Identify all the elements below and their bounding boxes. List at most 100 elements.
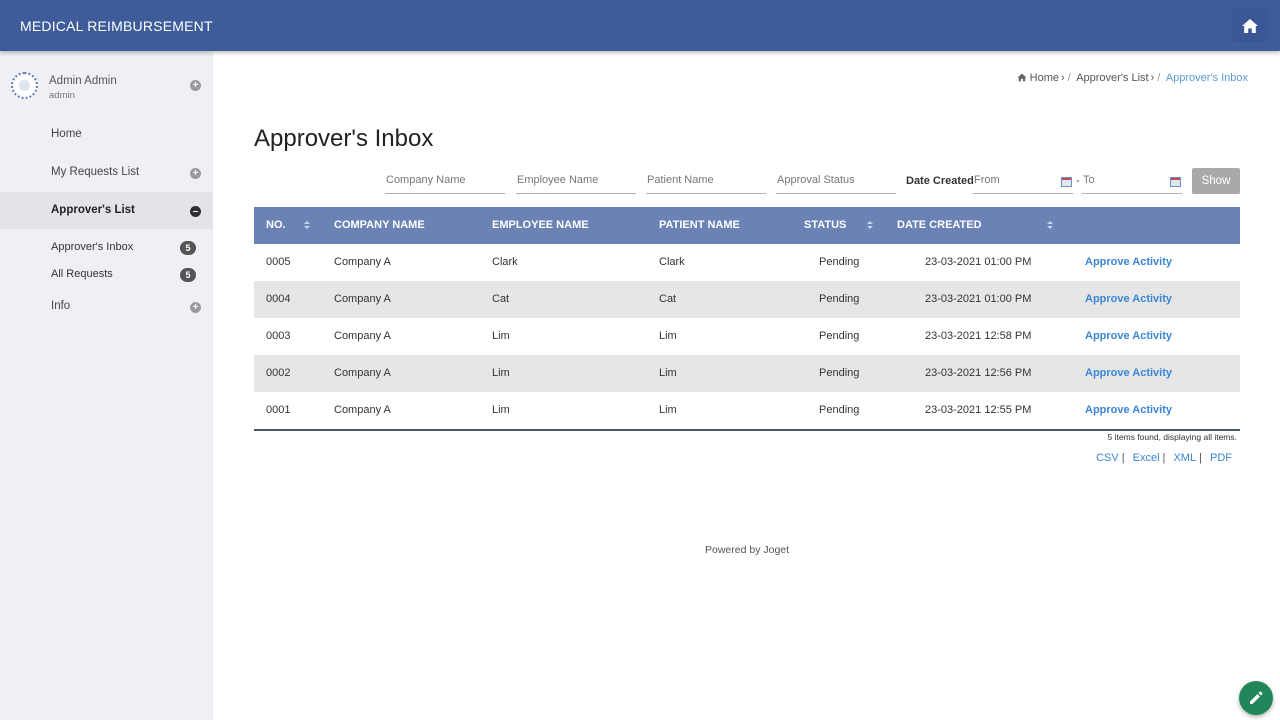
date-to-filter [1082, 170, 1182, 194]
table-row: 0005 Company A Clark Clark Pending 23-03… [254, 244, 1240, 281]
edit-fab-button[interactable] [1239, 681, 1273, 715]
count-badge: 5 [180, 268, 196, 282]
date-to-input[interactable] [1082, 170, 1182, 186]
expand-icon[interactable]: + [190, 168, 201, 179]
cell-date: 23-03-2021 12:58 PM [925, 330, 1032, 342]
cell-patient: Lim [659, 404, 677, 416]
powered-by-footer: Powered by Joget [705, 544, 790, 556]
sidebar-item-label: Home [51, 128, 82, 140]
cell-company: Company A [334, 330, 391, 342]
sort-icon[interactable] [867, 221, 873, 230]
cell-company: Company A [334, 404, 391, 416]
export-separator: | [1121, 452, 1125, 464]
cell-date: 23-03-2021 01:00 PM [925, 256, 1032, 268]
table-row: 0001 Company A Lim Lim Pending 23-03-202… [254, 392, 1240, 429]
company-filter [385, 170, 505, 194]
cell-status: Pending [819, 293, 860, 305]
employee-name-input[interactable] [516, 170, 636, 186]
sort-icon[interactable] [1047, 221, 1053, 230]
approve-activity-link[interactable]: Approve Activity [1085, 330, 1172, 342]
sidebar: Admin Admin admin + Home My Requests Lis… [0, 51, 213, 720]
cell-status: Pending [819, 404, 860, 416]
sidebar-item-label: My Requests List [51, 166, 140, 178]
chevron-right-icon: › [1150, 72, 1155, 84]
company-name-input[interactable] [385, 170, 505, 186]
cell-status: Pending [819, 256, 860, 268]
cell-date: 23-03-2021 01:00 PM [925, 293, 1032, 305]
column-header-no[interactable]: NO. [266, 219, 286, 231]
column-header-status[interactable]: STATUS [804, 219, 846, 231]
breadcrumb-current: Approver's Inbox [1165, 72, 1248, 84]
cell-employee: Clark [492, 256, 518, 268]
calendar-icon[interactable] [1061, 177, 1072, 187]
approve-activity-link[interactable]: Approve Activity [1085, 256, 1172, 268]
cell-no: 0004 [266, 293, 291, 305]
cell-status: Pending [819, 330, 860, 342]
export-excel-link[interactable]: Excel [1133, 452, 1160, 464]
export-xml-link[interactable]: XML [1173, 452, 1196, 464]
cell-company: Company A [334, 367, 391, 379]
export-links: CSV | Excel | XML | PDF [1096, 452, 1232, 464]
table-row: 0004 Company A Cat Cat Pending 23-03-202… [254, 281, 1240, 318]
sidebar-subitem-label: Approver's Inbox [51, 241, 134, 253]
avatar [11, 72, 38, 99]
patient-name-input[interactable] [646, 170, 766, 186]
export-separator: | [1162, 452, 1166, 464]
sidebar-item-info[interactable]: Info + [0, 288, 213, 325]
breadcrumb-separator: / [1067, 72, 1071, 84]
cell-date: 23-03-2021 12:55 PM [925, 404, 1032, 416]
user-profile[interactable]: Admin Admin admin + [0, 51, 213, 109]
cell-no: 0005 [266, 256, 291, 268]
sidebar-item-approvers-list[interactable]: Approver's List [0, 192, 213, 229]
cell-employee: Cat [492, 293, 510, 305]
expand-icon[interactable]: + [190, 302, 201, 313]
collapse-icon[interactable] [190, 206, 201, 217]
sidebar-item-my-requests[interactable]: My Requests List + [0, 154, 213, 191]
expand-profile-icon[interactable]: + [190, 80, 201, 91]
items-found-summary: 5 items found, displaying all items. [1107, 432, 1237, 442]
approve-activity-link[interactable]: Approve Activity [1085, 293, 1172, 305]
home-button[interactable] [1234, 10, 1266, 41]
sidebar-item-home[interactable]: Home [0, 116, 213, 153]
show-button[interactable]: Show [1192, 168, 1240, 194]
cell-patient: Lim [659, 330, 677, 342]
sort-icon[interactable] [304, 221, 310, 230]
column-header-employee: EMPLOYEE NAME [492, 219, 589, 231]
date-created-label: Date Created [906, 175, 974, 187]
date-from-filter [973, 170, 1073, 194]
count-badge: 5 [180, 241, 196, 255]
sidebar-item-label: Approver's List [51, 204, 135, 216]
cell-status: Pending [819, 367, 860, 379]
date-from-input[interactable] [973, 170, 1073, 186]
breadcrumb-separator: / [1157, 72, 1161, 84]
cell-employee: Lim [492, 404, 510, 416]
app-title[interactable]: MEDICAL REIMBURSEMENT [20, 18, 213, 34]
export-pdf-link[interactable]: PDF [1210, 452, 1232, 464]
calendar-icon[interactable] [1170, 177, 1181, 187]
employee-filter [516, 170, 636, 194]
profile-name: Admin Admin [49, 75, 117, 87]
export-separator: | [1199, 452, 1202, 464]
approve-activity-link[interactable]: Approve Activity [1085, 367, 1172, 379]
cell-no: 0001 [266, 404, 291, 416]
chevron-right-icon: › [1061, 72, 1065, 84]
inbox-table: NO. COMPANY NAME EMPLOYEE NAME PATIENT N… [254, 207, 1240, 431]
cell-employee: Lim [492, 330, 510, 342]
approval-status-input[interactable] [776, 170, 896, 186]
breadcrumb-approvers-list[interactable]: Approver's List [1076, 72, 1148, 84]
export-csv-link[interactable]: CSV [1096, 452, 1119, 464]
home-icon [1017, 73, 1027, 82]
table-row: 0002 Company A Lim Lim Pending 23-03-202… [254, 355, 1240, 392]
cell-patient: Cat [659, 293, 677, 305]
cell-patient: Lim [659, 367, 677, 379]
column-header-date[interactable]: DATE CREATED [897, 219, 982, 231]
cell-company: Company A [334, 256, 391, 268]
sidebar-subitem-approvers-inbox[interactable]: Approver's Inbox 5 [0, 234, 213, 260]
column-header-company: COMPANY NAME [334, 219, 425, 231]
cell-company: Company A [334, 293, 391, 305]
approve-activity-link[interactable]: Approve Activity [1085, 404, 1172, 416]
sidebar-subitem-all-requests[interactable]: All Requests 5 [0, 261, 213, 287]
cell-patient: Clark [659, 256, 685, 268]
breadcrumb-home[interactable]: Home [1030, 72, 1059, 84]
cell-date: 23-03-2021 12:56 PM [925, 367, 1032, 379]
